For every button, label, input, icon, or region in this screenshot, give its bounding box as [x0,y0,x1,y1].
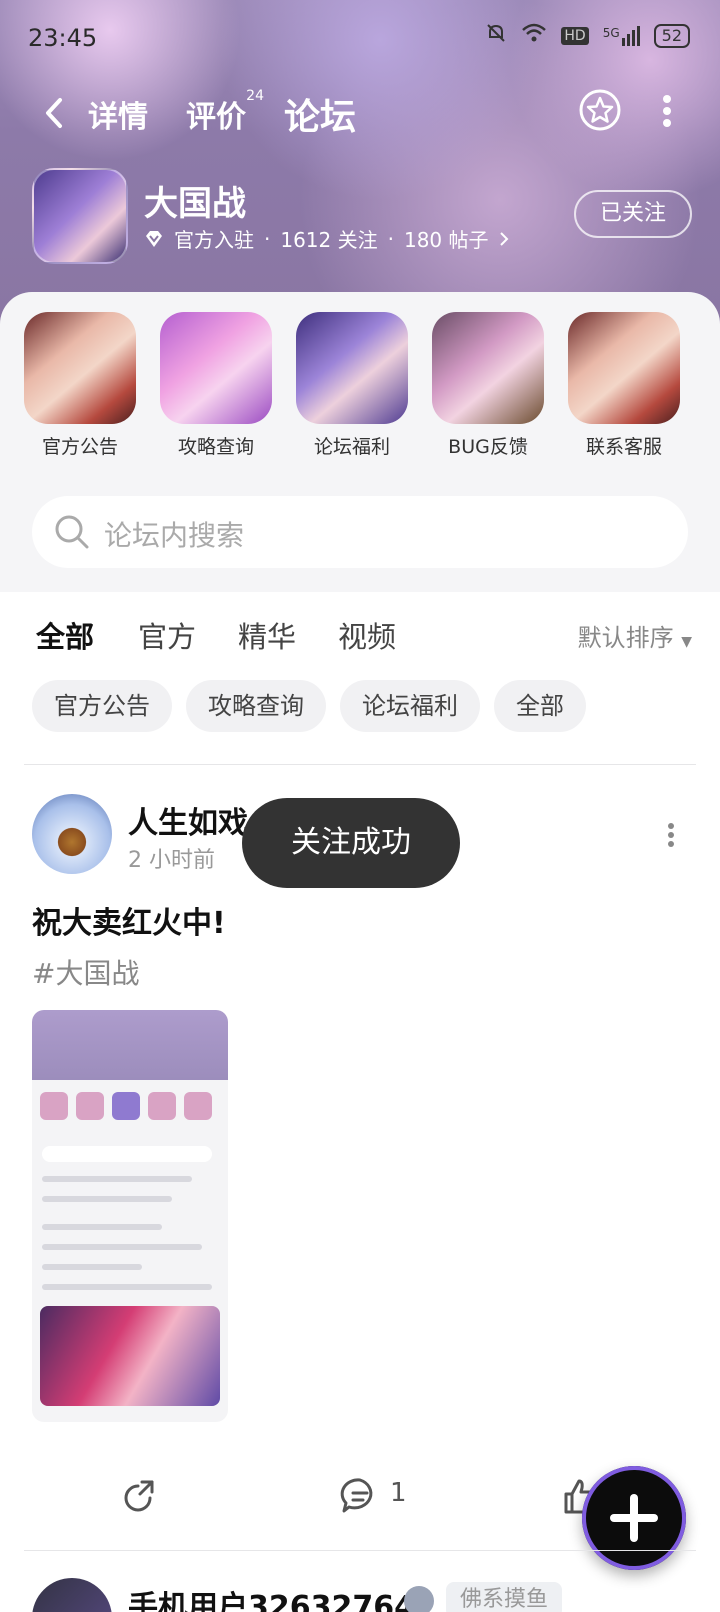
search-icon [55,515,89,549]
shortcut-strategy-lookup[interactable]: 攻略查询 [160,312,272,459]
tab-details[interactable]: 详情 [88,92,148,136]
comment-count: 1 [390,1478,407,1508]
share-icon[interactable] [120,1476,160,1516]
game-avatar[interactable] [32,168,128,264]
meta-separator: · [387,226,394,251]
diamond-icon [146,230,162,247]
post-screenshot-image[interactable] [32,1010,228,1422]
user-level-icon [404,1586,434,1612]
mini-thumb [40,1092,68,1120]
mini-thumb [184,1092,212,1120]
plus-icon-vertical [630,1494,638,1542]
shortcut-thumbnail [296,312,408,424]
shortcut-thumbnail [568,312,680,424]
chip-all[interactable]: 全部 [494,680,586,732]
tab-forum[interactable]: 论坛 [284,88,356,140]
tab-reviews[interactable]: 评价 24 [186,88,264,136]
chip-strategy-lookup[interactable]: 攻略查询 [186,680,326,732]
game-name: 大国战 [144,184,246,224]
shortcut-official-announcement[interactable]: 官方公告 [24,312,136,459]
post-title[interactable]: 祝大卖红火中! [32,898,226,942]
mini-line [42,1244,202,1250]
search-placeholder: 论坛内搜索 [104,519,245,552]
chip-forum-benefits[interactable]: 论坛福利 [340,680,480,732]
mini-thumb [148,1092,176,1120]
post-time: 2 小时前 [128,848,215,873]
status-time: 23:45 [28,24,98,52]
wifi-icon [521,22,547,49]
chevron-right-icon [499,231,508,246]
filter-tab-video[interactable]: 视频 [338,614,396,656]
shortcut-contact-support[interactable]: 联系客服 [568,312,680,459]
post-more-icon[interactable] [666,822,676,848]
post-author[interactable]: 人生如戏 [128,798,248,842]
mute-icon [485,22,507,49]
shortcut-label: 攻略查询 [177,436,254,458]
favorite-star-icon[interactable] [578,88,622,132]
tab-reviews-label: 评价 [186,100,246,135]
network-type: 5G [602,25,620,40]
create-post-button[interactable] [582,1466,686,1570]
filter-tab-all[interactable]: 全部 [36,614,94,656]
battery-icon: 52 [653,23,690,48]
filter-tab-featured[interactable]: 精华 [238,614,296,656]
avatar[interactable] [32,794,112,874]
official-label: 官方入驻 [174,228,254,252]
avatar[interactable] [32,1578,112,1612]
post-topic-tag[interactable]: #大国战 [32,952,139,992]
back-arrow-icon[interactable] [40,96,70,130]
mini-line [42,1196,172,1202]
mini-search [42,1146,212,1162]
sort-dropdown[interactable]: 默认排序 ▼ [578,618,692,653]
mini-line [42,1284,212,1290]
shortcut-label: 论坛福利 [313,436,390,458]
status-bar: 23:45 HD 5G 52 [0,0,720,70]
shortcut-label: BUG反馈 [448,436,528,458]
forum-search-bar[interactable]: 论坛内搜索 [32,496,688,568]
mini-line [42,1176,192,1182]
category-chips: 官方公告 攻略查询 论坛福利 全部 [32,680,586,732]
filter-tab-official[interactable]: 官方 [138,614,196,656]
chip-official-announcement[interactable]: 官方公告 [32,680,172,732]
game-info: 大国战 官方入驻 · 1612 关注 · 180 帖子 已关注 [32,168,692,268]
followers-count: 1612 关注 [280,228,378,252]
sort-label: 默认排序 [577,624,674,652]
followed-button[interactable]: 已关注 [574,190,692,238]
follow-success-toast: 关注成功 [242,798,460,888]
shortcut-thumbnail [160,312,272,424]
shortcut-thumbnail [432,312,544,424]
shortcut-bug-feedback[interactable]: BUG反馈 [432,312,544,459]
meta-separator: · [264,226,271,251]
status-icons: HD 5G 52 [485,22,690,49]
shortcut-forum-benefits[interactable]: 论坛福利 [296,312,408,459]
user-title-badge: 佛系摸鱼 [446,1582,563,1612]
shortcut-thumbnail [24,312,136,424]
top-navigation: 详情 评价 24 论坛 [0,88,720,138]
comment-icon[interactable] [340,1476,380,1516]
mini-thumb [112,1092,140,1120]
shortcut-label: 官方公告 [41,436,118,458]
post-filter-tabs: 全部 官方 精华 视频 默认排序 ▼ [0,608,720,668]
mini-thumb [76,1092,104,1120]
mini-banner [40,1306,220,1406]
signal-icon: 5G [602,25,640,46]
shortcut-label: 联系客服 [585,436,662,458]
caret-down-icon: ▼ [681,634,692,650]
hd-icon: HD [561,26,589,45]
post-author[interactable]: 手机用户32632764 [128,1582,415,1612]
mini-line [42,1224,162,1230]
more-options-icon[interactable] [662,94,672,128]
posts-count: 180 帖子 [403,228,489,252]
divider [24,764,696,765]
game-meta[interactable]: 官方入驻 · 1612 关注 · 180 帖子 [144,224,509,253]
mini-line [42,1264,142,1270]
reviews-count-badge: 24 [246,88,264,104]
divider [24,1550,696,1551]
